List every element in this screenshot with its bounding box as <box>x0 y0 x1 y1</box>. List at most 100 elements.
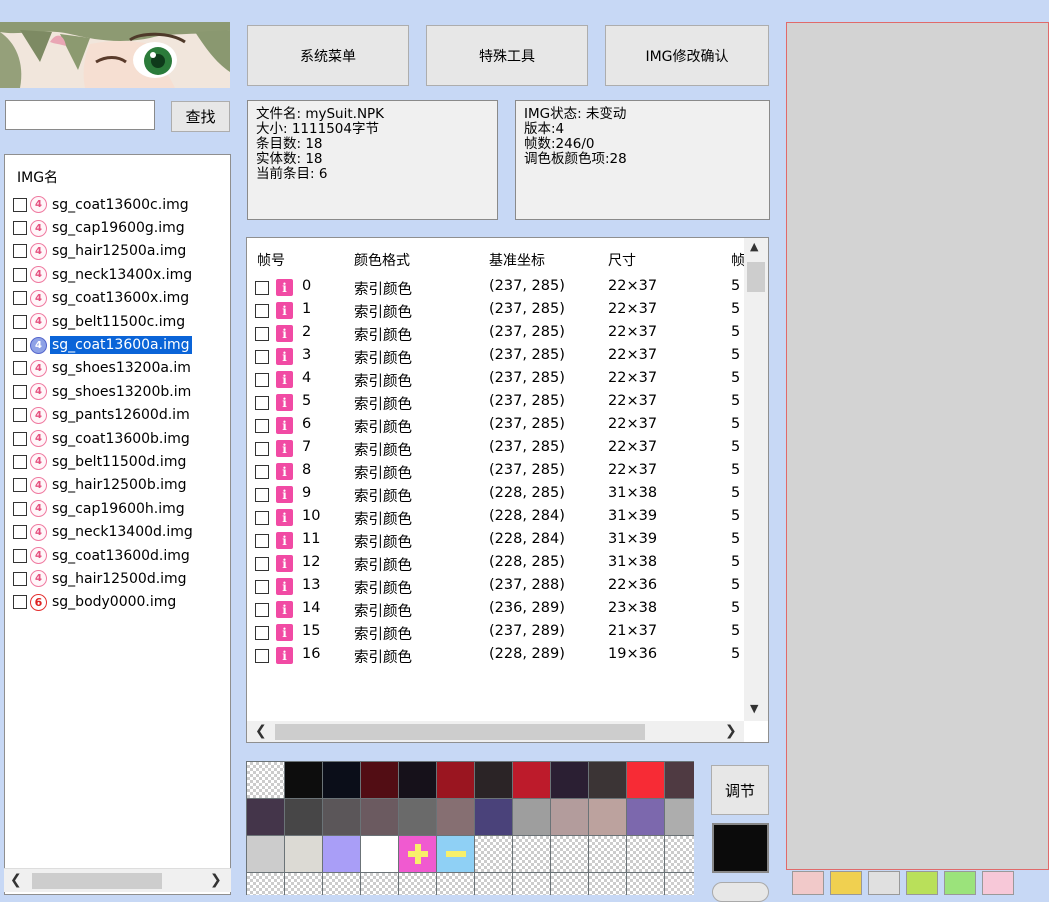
table-row[interactable]: i 7 索引颜色 (237, 285) 22×37 5 <box>247 437 752 460</box>
palette-option-button[interactable] <box>712 882 769 902</box>
palette-swatch[interactable] <box>475 799 512 835</box>
frame-checkbox[interactable] <box>255 534 269 548</box>
palette-swatch[interactable] <box>399 762 436 798</box>
img-checkbox[interactable] <box>13 244 27 259</box>
palette-swatch[interactable] <box>399 836 436 872</box>
img-checkbox[interactable] <box>13 595 27 610</box>
palette-swatch[interactable] <box>627 873 664 895</box>
img-checkbox[interactable] <box>13 548 27 563</box>
scroll-down-icon[interactable]: ▼ <box>750 702 758 715</box>
palette-swatch[interactable] <box>551 762 588 798</box>
scroll-thumb[interactable] <box>275 724 645 740</box>
img-confirm-button[interactable]: IMG修改确认 <box>605 25 769 86</box>
frame-checkbox[interactable] <box>255 488 269 502</box>
img-checkbox[interactable] <box>13 291 27 306</box>
table-row[interactable]: i 12 索引颜色 (228, 285) 31×38 5 <box>247 552 752 575</box>
palette-swatch[interactable] <box>475 762 512 798</box>
col-base-coord[interactable]: 基准坐标 <box>489 250 545 270</box>
scroll-thumb[interactable] <box>747 262 765 292</box>
frame-checkbox[interactable] <box>255 419 269 433</box>
img-checkbox[interactable] <box>13 525 27 540</box>
palette-swatch[interactable] <box>627 836 664 872</box>
img-checkbox[interactable] <box>13 197 27 212</box>
frame-checkbox[interactable] <box>255 580 269 594</box>
palette-swatch[interactable] <box>437 762 474 798</box>
palette-swatch[interactable] <box>285 762 322 798</box>
search-input[interactable] <box>5 100 155 130</box>
img-list-item[interactable]: 4 sg_pants12600d.im <box>13 404 230 427</box>
palette-swatch[interactable] <box>475 873 512 895</box>
palette-swatch[interactable] <box>665 873 694 895</box>
table-row[interactable]: i 10 索引颜色 (228, 284) 31×39 5 <box>247 506 752 529</box>
img-list-item[interactable]: 4 sg_cap19600h.img <box>13 497 230 520</box>
palette-swatch[interactable] <box>437 836 474 872</box>
palette-swatch[interactable] <box>513 799 550 835</box>
palette-swatch[interactable] <box>589 799 626 835</box>
grid-icon[interactable] <box>792 871 824 895</box>
scroll-right-icon[interactable]: ❯ <box>210 872 222 888</box>
palette-swatch[interactable] <box>285 873 322 895</box>
img-list-item[interactable]: 4 sg_cap19600g.img <box>13 216 230 239</box>
palette-swatch[interactable] <box>513 873 550 895</box>
scroll-right-icon[interactable]: ❯ <box>725 723 737 739</box>
img-list-item[interactable]: 4 sg_neck13400d.img <box>13 520 230 543</box>
system-menu-button[interactable]: 系统菜单 <box>247 25 409 86</box>
frame-checkbox[interactable] <box>255 626 269 640</box>
palette-swatch[interactable] <box>247 836 284 872</box>
img-checkbox[interactable] <box>13 338 27 353</box>
img-checkbox[interactable] <box>13 221 27 236</box>
img-list-item[interactable]: 4 sg_hair12500a.img <box>13 240 230 263</box>
img-list[interactable]: IMG名 4 sg_coat13600c.img 4 sg_cap19600g.img… <box>4 154 231 895</box>
frame-checkbox[interactable] <box>255 465 269 479</box>
table-row[interactable]: i 5 索引颜色 (237, 285) 22×37 5 <box>247 391 752 414</box>
col-color-format[interactable]: 颜色格式 <box>354 250 410 270</box>
frame-checkbox[interactable] <box>255 603 269 617</box>
palette-swatch[interactable] <box>247 873 284 895</box>
frame-checkbox[interactable] <box>255 557 269 571</box>
table-row[interactable]: i 14 索引颜色 (236, 289) 23×38 5 <box>247 598 752 621</box>
table-row[interactable]: i 9 索引颜色 (228, 285) 31×38 5 <box>247 483 752 506</box>
img-checkbox[interactable] <box>13 478 27 493</box>
frame-checkbox[interactable] <box>255 327 269 341</box>
table-row[interactable]: i 11 索引颜色 (228, 284) 31×39 5 <box>247 529 752 552</box>
scroll-up-icon[interactable]: ▲ <box>750 240 758 253</box>
frame-checkbox[interactable] <box>255 281 269 295</box>
img-checkbox[interactable] <box>13 408 27 423</box>
table-row[interactable]: i 15 索引颜色 (237, 289) 21×37 5 <box>247 621 752 644</box>
img-list-item[interactable]: 4 sg_belt11500d.img <box>13 450 230 473</box>
palette-swatch[interactable] <box>247 762 284 798</box>
palette-swatch[interactable] <box>551 836 588 872</box>
frog-icon[interactable] <box>944 871 976 895</box>
palette-swatch[interactable] <box>513 836 550 872</box>
adjust-button[interactable]: 调节 <box>711 765 769 815</box>
palette-swatch[interactable] <box>323 873 360 895</box>
palette-swatch[interactable] <box>437 873 474 895</box>
frame-checkbox[interactable] <box>255 304 269 318</box>
img-checkbox[interactable] <box>13 501 27 516</box>
img-list-item[interactable]: 4 sg_coat13600a.img <box>13 333 230 356</box>
palette-swatch[interactable] <box>627 799 664 835</box>
img-list-item[interactable]: 4 sg_hair12500b.img <box>13 474 230 497</box>
palette-swatch[interactable] <box>399 799 436 835</box>
table-row[interactable]: i 2 索引颜色 (237, 285) 22×37 5 <box>247 322 752 345</box>
img-checkbox[interactable] <box>13 454 27 469</box>
img-checkbox[interactable] <box>13 314 27 329</box>
palette-swatch[interactable] <box>361 762 398 798</box>
palette-swatch[interactable] <box>551 799 588 835</box>
img-list-item[interactable]: 4 sg_belt11500c.img <box>13 310 230 333</box>
special-tools-button[interactable]: 特殊工具 <box>426 25 588 86</box>
table-row[interactable]: i 6 索引颜色 (237, 285) 22×37 5 <box>247 414 752 437</box>
scroll-left-icon[interactable]: ❮ <box>10 872 22 888</box>
palette-swatch[interactable] <box>323 799 360 835</box>
palette-swatch[interactable] <box>665 799 694 835</box>
frame-checkbox[interactable] <box>255 396 269 410</box>
frame-checkbox[interactable] <box>255 373 269 387</box>
palette-swatch[interactable] <box>627 762 664 798</box>
frame-checkbox[interactable] <box>255 511 269 525</box>
palette-swatch[interactable] <box>323 836 360 872</box>
scroll-thumb[interactable] <box>32 873 162 889</box>
cat-icon[interactable] <box>906 871 938 895</box>
palette-swatch[interactable] <box>437 799 474 835</box>
img-list-item[interactable]: 4 sg_coat13600c.img <box>13 193 230 216</box>
img-checkbox[interactable] <box>13 361 27 376</box>
